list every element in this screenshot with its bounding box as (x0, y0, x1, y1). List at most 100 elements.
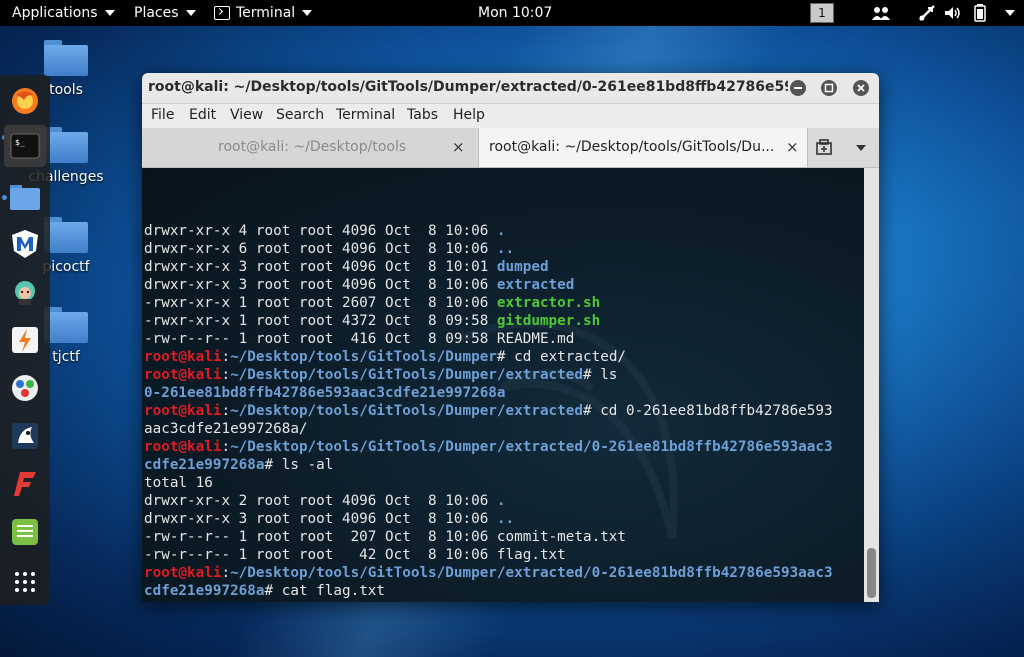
menu-search[interactable]: Search (276, 107, 324, 123)
minimize-button[interactable] (790, 80, 806, 96)
new-tab-icon[interactable] (815, 139, 833, 161)
terminal-text: extracted (496, 277, 575, 293)
terminal-text: cdfe21e997268a (144, 583, 265, 599)
terminal-line: -rw-r--r-- 1 root root 42 Oct 8 10:06 fl… (144, 546, 864, 564)
tabs-menu-icon[interactable] (856, 145, 866, 151)
terminal-icon[interactable]: $_ (4, 125, 46, 167)
terminal-text: -rw-r--r-- 1 root root 207 Oct 8 10:06 c… (144, 529, 627, 545)
terminal-text: . (496, 493, 506, 509)
terminal-line: drwxr-xr-x 4 root root 4096 Oct 8 10:06 … (144, 222, 864, 240)
menu-bar: File Edit View Search Terminal Tabs Help (142, 104, 879, 128)
close-window-button[interactable] (853, 80, 869, 96)
terminal-text: root@kali (144, 349, 222, 365)
tab-bar: root@kali: ~/Desktop/tools × root@kali: … (142, 128, 879, 168)
terminal-text: 0-261ee81bd8ffb42786e593aac3cdfe21e99726… (144, 385, 506, 401)
notes-icon[interactable] (6, 513, 44, 551)
folder-icon (44, 217, 88, 253)
places-menu[interactable]: Places (122, 0, 196, 26)
terminal-text: # ls (582, 367, 618, 383)
power-menu-icon[interactable] (998, 0, 1015, 26)
tab-label: root@kali: ~/Desktop/tools/GitTools/Du..… (489, 139, 775, 155)
terminal-line: -rwxr-xr-x 1 root root 2607 Oct 8 10:06 … (144, 294, 864, 312)
terminal-line: drwxr-xr-x 3 root root 4096 Oct 8 10:06 … (144, 510, 864, 528)
tab-extracted[interactable]: root@kali: ~/Desktop/tools/GitTools/Du..… (478, 128, 808, 167)
window-title: root@kali: ~/Desktop/tools/GitTools/Dump… (148, 79, 788, 95)
terminal-text: ~/Desktop/tools/GitTools/Dumper/extracte… (230, 367, 583, 383)
terminal-text: # ls -al (264, 457, 334, 473)
terminal-text: drwxr-xr-x 3 root root 4096 Oct 8 10:01 (144, 259, 497, 275)
volume-icon[interactable] (944, 0, 962, 26)
terminal-line: cdfe21e997268a# ls -al (144, 456, 864, 474)
menu-tabs[interactable]: Tabs (407, 107, 438, 123)
terminal-text: : (221, 565, 231, 581)
close-tab-icon[interactable]: × (452, 128, 465, 167)
terminal-line: drwxr-xr-x 6 root root 4096 Oct 8 10:06 … (144, 240, 864, 258)
menu-help[interactable]: Help (453, 107, 485, 123)
terminal-text: . (496, 223, 506, 239)
terminal-text: -rw-r--r-- 1 root root 416 Oct 8 09:58 R… (144, 331, 575, 347)
terminal-line: -rwxr-xr-x 1 root root 4372 Oct 8 09:58 … (144, 312, 864, 330)
terminal-line: root@kali:~/Desktop/tools/GitTools/Dumpe… (144, 348, 864, 366)
battery-icon[interactable] (974, 0, 986, 26)
terminal-text: drwxr-xr-x 3 root root 4096 Oct 8 10:06 (144, 277, 497, 293)
clock[interactable]: Mon 10:07 (478, 0, 552, 26)
maximize-button[interactable] (821, 80, 837, 96)
terminal-line: drwxr-xr-x 2 root root 4096 Oct 8 10:06 … (144, 492, 864, 510)
terminal-text: : (221, 403, 231, 419)
top-panel: Applications Places Terminal Mon 10:07 1 (0, 0, 1024, 26)
network-icon[interactable] (918, 0, 936, 26)
menu-view[interactable]: View (230, 107, 263, 123)
terminal-text: drwxr-xr-x 3 root root 4096 Oct 8 10:06 (144, 511, 497, 527)
terminal-text: cdfe21e997268a (144, 457, 265, 473)
title-bar[interactable]: root@kali: ~/Desktop/tools/GitTools/Dump… (142, 73, 879, 104)
terminal-line: -rw-r--r-- 1 root root 416 Oct 8 09:58 R… (144, 330, 864, 348)
terminal-text: domectf{u4WcTfJn2sY5gr5mQJtdCnbmhbz7zJxn… (144, 601, 497, 602)
terminal-text: drwxr-xr-x 4 root root 4096 Oct 8 10:06 (144, 223, 497, 239)
folder-icon (44, 127, 88, 163)
firefox-icon[interactable] (6, 82, 44, 120)
terminal-text: aac3cdfe21e997268a/ (144, 421, 308, 437)
chevron-down-icon (1005, 10, 1015, 16)
close-tab-icon[interactable]: × (786, 128, 799, 167)
terminal-line: 0-261ee81bd8ffb42786e593aac3cdfe21e99726… (144, 384, 864, 402)
terminal-app-label: Terminal (236, 5, 296, 21)
tab-label: root@kali: ~/Desktop/tools (218, 139, 407, 155)
workspace-indicator[interactable]: 1 (810, 3, 834, 23)
terminal-text: : (221, 349, 231, 365)
terminal-output[interactable]: drwxr-xr-x 4 root root 4096 Oct 8 10:06 … (142, 168, 864, 602)
applications-menu[interactable]: Applications (0, 0, 115, 26)
beef-icon[interactable] (6, 417, 44, 455)
menu-file[interactable]: File (151, 107, 174, 123)
terminal-text: drwxr-xr-x 2 root root 4096 Oct 8 10:06 (144, 493, 497, 509)
menu-edit[interactable]: Edit (189, 107, 216, 123)
files-icon[interactable] (6, 178, 44, 216)
burpsuite-icon[interactable] (6, 321, 44, 359)
menu-terminal[interactable]: Terminal (336, 107, 395, 123)
show-apps-icon[interactable] (6, 563, 44, 601)
users-icon[interactable] (872, 0, 890, 26)
places-label: Places (134, 5, 179, 21)
chevron-down-icon (104, 10, 115, 16)
terminal-line: domectf{u4WcTfJn2sY5gr5mQJtdCnbmhbz7zJxn… (144, 600, 864, 602)
terminal-window: root@kali: ~/Desktop/tools/GitTools/Dump… (142, 73, 879, 602)
terminal-text: -rwxr-xr-x 1 root root 2607 Oct 8 10:06 (144, 295, 497, 311)
terminal-text: root@kali (144, 367, 222, 383)
terminal-line: root@kali:~/Desktop/tools/GitTools/Dumpe… (144, 438, 864, 456)
faraday-icon[interactable] (6, 465, 44, 503)
chevron-down-icon (302, 10, 313, 16)
terminal-text: .. (496, 241, 515, 257)
metasploit-icon[interactable] (6, 225, 44, 263)
terminal-text: root@kali (144, 565, 222, 581)
avatar-app-icon[interactable] (6, 273, 44, 311)
folder-icon (44, 307, 88, 343)
maltego-icon[interactable] (6, 369, 44, 407)
folder-icon (44, 40, 88, 76)
terminal-app-menu[interactable]: Terminal (202, 0, 313, 26)
scrollbar-thumb[interactable] (867, 548, 876, 598)
terminal-text: extractor.sh (496, 295, 601, 311)
terminal-scrollbar[interactable] (864, 168, 879, 602)
terminal-text: : (221, 439, 231, 455)
tab-desktop-tools[interactable]: root@kali: ~/Desktop/tools × (142, 128, 476, 167)
dock: $_ (0, 75, 50, 605)
terminal-text: -rw-r--r-- 1 root root 42 Oct 8 10:06 fl… (144, 547, 566, 563)
